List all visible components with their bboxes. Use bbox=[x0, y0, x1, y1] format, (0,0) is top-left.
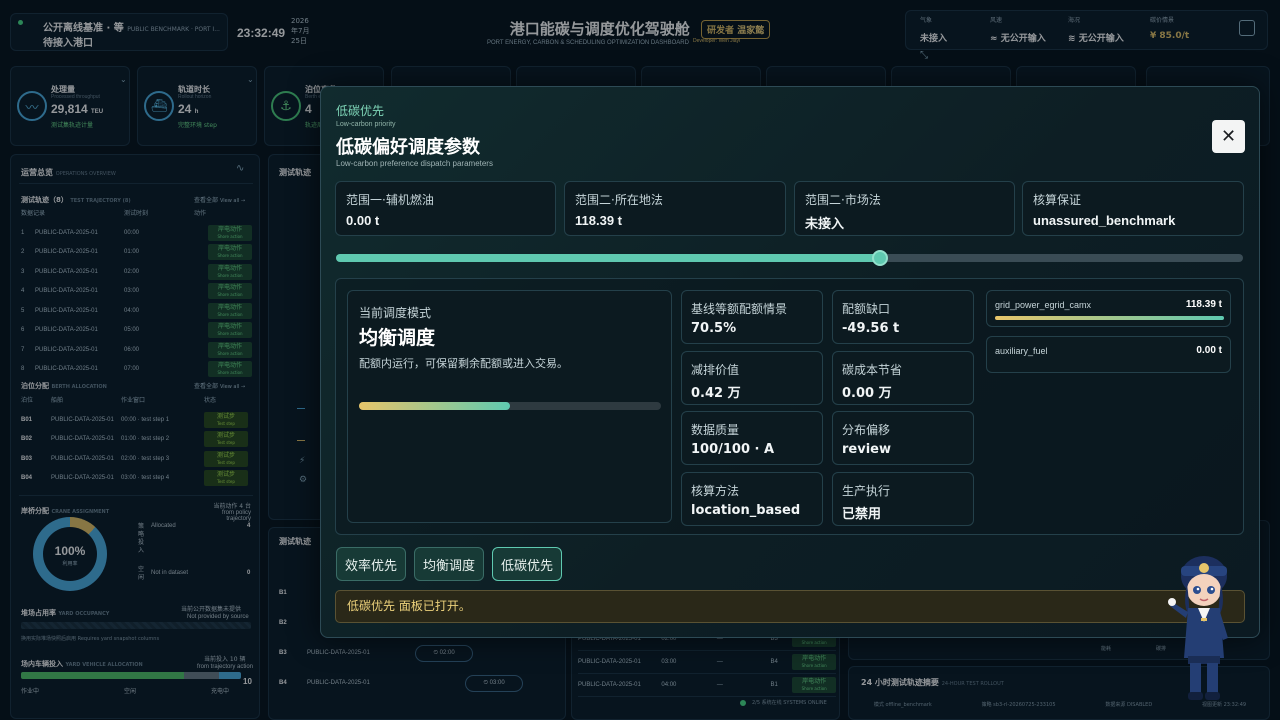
modal-title: 低碳偏好调度参数 bbox=[336, 137, 480, 158]
emission-source-card: auxiliary_fuel 0.00 t bbox=[986, 336, 1231, 373]
mode-progress-bar bbox=[359, 402, 661, 410]
low-carbon-modal: 低碳优先 Low-carbon priority 低碳偏好调度参数 Low-ca… bbox=[320, 86, 1260, 638]
scope-card: 核算保证 unassured_benchmark bbox=[1022, 181, 1244, 236]
emission-source-card: grid_power_egrid_camx 118.39 t bbox=[986, 290, 1231, 327]
metric-card: 生产执行 已禁用 bbox=[832, 471, 974, 526]
metric-card: 核算方法 location_based bbox=[681, 471, 823, 526]
metric-card: 减排价值 0.42 万 bbox=[681, 350, 823, 405]
mascot-illustration bbox=[1168, 548, 1240, 708]
slider-handle[interactable] bbox=[872, 250, 889, 266]
metric-card: 基线等额配额情景 70.5% bbox=[681, 290, 823, 344]
metric-card: 分布偏移 review bbox=[832, 411, 974, 465]
dispatch-mode-card: 当前调度模式 均衡调度 配额内运行，可保留剩余配额或进入交易。 bbox=[347, 290, 672, 523]
close-button[interactable]: ✕ bbox=[1212, 120, 1245, 153]
modal-tag-en: Low-carbon priority bbox=[336, 121, 396, 128]
dispatch-content: 当前调度模式 均衡调度 配额内运行，可保留剩余配额或进入交易。 基线等额配额情景… bbox=[335, 278, 1244, 535]
source-share-bar bbox=[995, 316, 1224, 320]
preference-slider[interactable] bbox=[336, 250, 1243, 266]
status-message: 低碳优先 面板已打开。 bbox=[335, 590, 1245, 623]
scope-card: 范围一·辅机燃油 0.00 t bbox=[335, 181, 556, 236]
modal-tag: 低碳优先 bbox=[336, 104, 385, 118]
close-icon: ✕ bbox=[1220, 126, 1237, 146]
efficiency-priority-button[interactable]: 效率优先 bbox=[336, 547, 406, 581]
balanced-dispatch-button[interactable]: 均衡调度 bbox=[414, 547, 484, 581]
dispatch-mode-value: 均衡调度 bbox=[359, 327, 436, 349]
metric-card: 数据质量 100/100 · A bbox=[681, 411, 823, 465]
low-carbon-priority-button[interactable]: 低碳优先 bbox=[492, 547, 562, 581]
scope-card: 范围二·所在地法 118.39 t bbox=[564, 181, 786, 236]
scope-card: 范围二·市场法 未接入 bbox=[794, 181, 1015, 236]
metric-card: 碳成本节省 0.00 万 bbox=[832, 350, 974, 405]
metric-card: 配额缺口 -49.56 t bbox=[832, 290, 974, 344]
modal-subtitle: Low-carbon preference dispatch parameter… bbox=[336, 159, 493, 168]
